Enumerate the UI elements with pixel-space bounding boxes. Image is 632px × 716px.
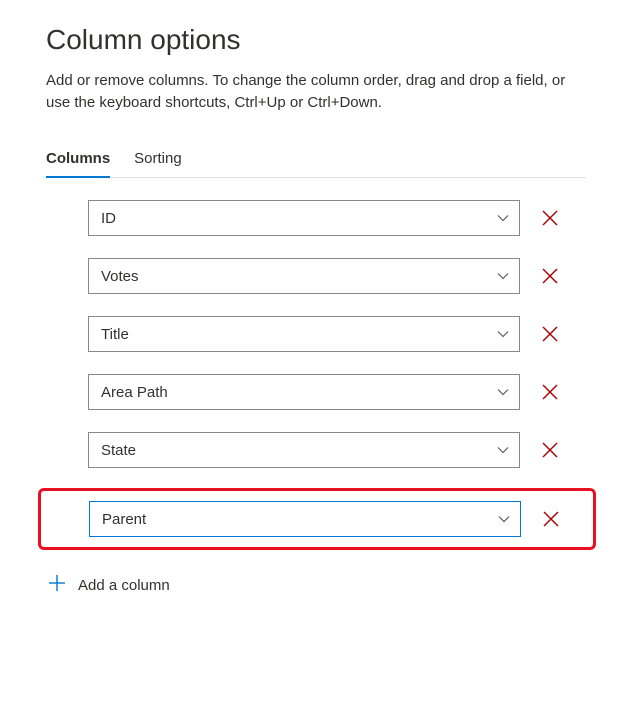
chevron-down-icon: [497, 212, 509, 224]
tabs: Columns Sorting: [46, 144, 586, 178]
plus-icon: [48, 574, 66, 596]
columns-list: ID Votes Title: [46, 200, 586, 602]
close-icon: [541, 267, 559, 285]
remove-column-button[interactable]: [534, 376, 566, 408]
column-dropdown-parent[interactable]: Parent: [89, 501, 521, 537]
close-icon: [541, 209, 559, 227]
column-label: State: [101, 442, 136, 459]
page-description: Add or remove columns. To change the col…: [46, 70, 586, 114]
chevron-down-icon: [497, 444, 509, 456]
highlighted-row: Parent: [38, 488, 596, 550]
remove-column-button[interactable]: [534, 202, 566, 234]
chevron-down-icon: [497, 386, 509, 398]
column-label: Area Path: [101, 384, 168, 401]
column-dropdown-area-path[interactable]: Area Path: [88, 374, 520, 410]
tab-sorting[interactable]: Sorting: [134, 144, 182, 177]
add-column-button[interactable]: Add a column: [48, 568, 586, 602]
add-column-label: Add a column: [78, 577, 170, 594]
remove-column-button[interactable]: [534, 434, 566, 466]
close-icon: [541, 441, 559, 459]
chevron-down-icon: [498, 513, 510, 525]
chevron-down-icon: [497, 270, 509, 282]
tab-columns[interactable]: Columns: [46, 144, 110, 177]
close-icon: [541, 325, 559, 343]
close-icon: [542, 510, 560, 528]
column-row: ID: [88, 200, 586, 236]
close-icon: [541, 383, 559, 401]
column-label: Title: [101, 326, 129, 343]
column-row: Votes: [88, 258, 586, 294]
column-label: Votes: [101, 268, 139, 285]
column-label: Parent: [102, 511, 146, 528]
column-label: ID: [101, 210, 116, 227]
column-row: State: [88, 432, 586, 468]
column-dropdown-id[interactable]: ID: [88, 200, 520, 236]
chevron-down-icon: [497, 328, 509, 340]
page-title: Column options: [46, 24, 586, 56]
column-dropdown-state[interactable]: State: [88, 432, 520, 468]
column-dropdown-title[interactable]: Title: [88, 316, 520, 352]
remove-column-button[interactable]: [535, 503, 567, 535]
remove-column-button[interactable]: [534, 260, 566, 292]
remove-column-button[interactable]: [534, 318, 566, 350]
column-row: Area Path: [88, 374, 586, 410]
column-row: Title: [88, 316, 586, 352]
column-dropdown-votes[interactable]: Votes: [88, 258, 520, 294]
